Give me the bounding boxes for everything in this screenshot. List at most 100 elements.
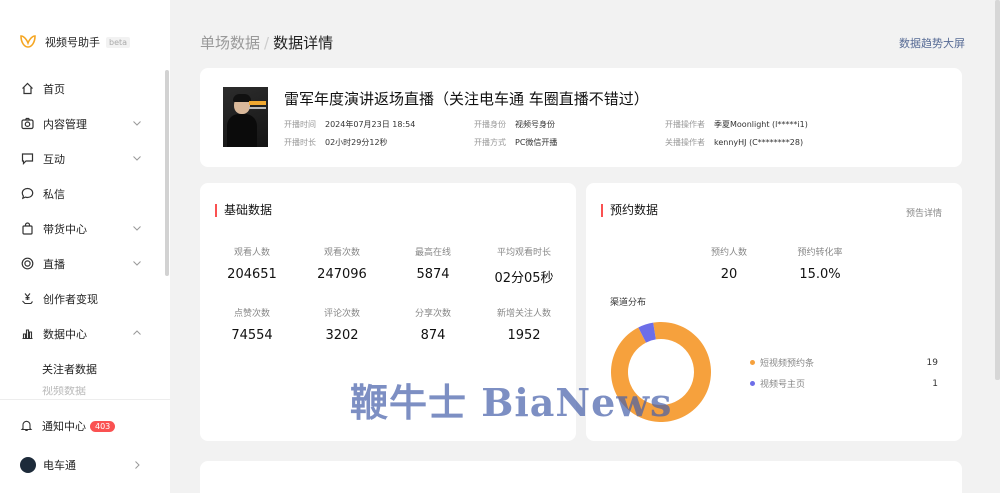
stat-shares: 分享次数 874 xyxy=(388,306,478,343)
field-label: 开播方式 xyxy=(474,138,506,147)
bell-icon xyxy=(20,419,34,433)
operator-field: 开播操作者 季夏Moonlight (l*****i1) xyxy=(665,119,808,130)
yuan-hand-icon xyxy=(20,292,34,306)
legend-item: 短视频预约条 19 xyxy=(750,356,938,369)
stat-value: 204651 xyxy=(227,267,277,282)
field-value: 02小时29分12秒 xyxy=(325,138,388,147)
notification-count-badge: 403 xyxy=(90,420,116,432)
stat-reservations: 预约人数 20 xyxy=(684,245,774,282)
stat-label: 观看次数 xyxy=(323,248,360,258)
field-value: 季夏Moonlight (l*****i1) xyxy=(714,120,808,129)
sidebar-item-messages[interactable]: 私信 xyxy=(0,176,166,211)
field-value: kennyHJ (C********28) xyxy=(714,138,804,147)
stat-label: 平均观看时长 xyxy=(496,248,551,258)
stat-comments: 评论次数 3202 xyxy=(297,306,387,343)
legend-count: 19 xyxy=(926,357,938,368)
breadcrumb-parent[interactable]: 单场数据 xyxy=(200,34,260,52)
stat-label: 评论次数 xyxy=(323,309,360,319)
avatar xyxy=(20,457,36,473)
stat-value: 1952 xyxy=(507,328,541,343)
card-title: 预约数据 xyxy=(601,204,658,217)
live-cover-image xyxy=(223,87,268,147)
sidebar-scrollbar[interactable] xyxy=(165,70,169,276)
sidebar-item-home[interactable]: 首页 xyxy=(0,71,166,106)
duration-field: 开播时长 02小时29分12秒 xyxy=(284,137,388,148)
sidebar-item-data-center[interactable]: 数据中心 xyxy=(0,316,166,351)
legend-item: 视频号主页 1 xyxy=(750,377,938,390)
chevron-up-icon xyxy=(133,330,141,335)
preview-detail-link[interactable]: 预告详情 xyxy=(906,206,942,219)
app-logo[interactable]: 视频号助手 beta xyxy=(20,34,131,50)
sidebar-subitem-video-data[interactable]: 视频数据 xyxy=(0,386,166,398)
breadcrumb: 单场数据 / 数据详情 xyxy=(200,32,333,53)
butterfly-logo-icon xyxy=(20,35,36,48)
stat-label: 预约转化率 xyxy=(797,248,843,258)
sidebar-item-label: 带货中心 xyxy=(43,222,87,236)
notification-label: 通知中心 xyxy=(42,420,86,433)
sidebar-item-label: 互动 xyxy=(43,152,65,166)
stat-label: 点赞次数 xyxy=(233,309,270,319)
watermark-text: 鞭牛士 BiaNews xyxy=(350,380,673,425)
stat-value: 74554 xyxy=(231,328,273,343)
field-label: 开播身份 xyxy=(474,120,506,129)
live-broadcast-icon xyxy=(20,257,34,271)
chevron-down-icon xyxy=(133,121,141,126)
stat-label: 预约人数 xyxy=(710,248,747,258)
sidebar-item-interaction[interactable]: 互动 xyxy=(0,141,166,176)
chevron-down-icon xyxy=(133,156,141,161)
sidebar-subitem-label: 关注者数据 xyxy=(42,362,97,376)
data-trend-screen-link[interactable]: 数据趋势大屏 xyxy=(899,35,965,51)
comment-icon xyxy=(20,152,34,166)
field-label: 关播操作者 xyxy=(665,138,705,147)
channel-distribution-label: 渠道分布 xyxy=(610,298,647,308)
shopping-bag-icon xyxy=(20,222,34,236)
sidebar-item-label: 直播 xyxy=(43,257,65,271)
notification-center[interactable]: 通知中心 403 xyxy=(20,418,116,434)
sidebar-item-label: 首页 xyxy=(43,82,65,96)
field-label: 开播时长 xyxy=(284,138,316,147)
field-label: 开播操作者 xyxy=(665,120,705,129)
field-value: 2024年07月23日 18:54 xyxy=(325,120,416,129)
card-title: 基础数据 xyxy=(215,204,272,217)
chevron-down-icon xyxy=(133,226,141,231)
account-switcher[interactable]: 电车通 xyxy=(20,457,150,473)
legend-label: 短视频预约条 xyxy=(760,359,815,369)
breadcrumb-separator: / xyxy=(264,34,270,52)
sidebar-item-commerce[interactable]: 带货中心 xyxy=(0,211,166,246)
sidebar-subitem-followers[interactable]: 关注者数据 xyxy=(0,351,166,386)
stat-label: 最高在线 xyxy=(414,248,451,258)
sidebar-item-label: 私信 xyxy=(43,187,65,201)
sidebar-item-live[interactable]: 直播 xyxy=(0,246,166,281)
field-value: 视频号身份 xyxy=(515,120,555,129)
identity-field: 开播身份 视频号身份 xyxy=(474,119,555,130)
sidebar-item-label: 创作者变现 xyxy=(43,292,98,306)
field-value: PC微信开播 xyxy=(515,138,558,147)
sidebar-divider xyxy=(0,399,170,400)
sidebar-item-content[interactable]: 内容管理 xyxy=(0,106,166,141)
stat-label: 观看人数 xyxy=(233,248,270,258)
closer-field: 关播操作者 kennyHJ (C********28) xyxy=(665,137,803,148)
stat-conversion-rate: 预约转化率 15.0% xyxy=(775,245,865,282)
stat-views: 观看次数 247096 xyxy=(297,245,387,282)
stat-label: 分享次数 xyxy=(414,309,451,319)
app-name: 视频号助手 xyxy=(45,36,100,49)
stat-likes: 点赞次数 74554 xyxy=(207,306,297,343)
sidebar-item-monetization[interactable]: 创作者变现 xyxy=(0,281,166,316)
stat-value: 20 xyxy=(720,267,738,282)
chevron-right-icon xyxy=(135,461,140,469)
home-icon xyxy=(20,82,34,96)
sidebar-subitem-label: 视频数据 xyxy=(42,386,86,397)
sidebar: 视频号助手 beta 首页 内容管理 互动 私信 带货中心 直播 创作者变现 数… xyxy=(0,0,170,493)
stat-value: 247096 xyxy=(317,267,367,282)
legend-label: 视频号主页 xyxy=(760,380,806,390)
page-scrollbar[interactable] xyxy=(995,0,1000,380)
stat-label: 新增关注人数 xyxy=(496,309,551,319)
page-title: 数据详情 xyxy=(273,34,334,52)
chat-bubble-icon xyxy=(20,187,34,201)
legend-count: 1 xyxy=(932,378,938,389)
stat-viewers: 观看人数 204651 xyxy=(207,245,297,282)
field-label: 开播时间 xyxy=(284,120,316,129)
sidebar-item-label: 数据中心 xyxy=(43,327,87,341)
bar-chart-icon xyxy=(20,327,34,341)
sidebar-nav: 首页 内容管理 互动 私信 带货中心 直播 创作者变现 数据中心 关注者数据 视… xyxy=(0,71,166,398)
